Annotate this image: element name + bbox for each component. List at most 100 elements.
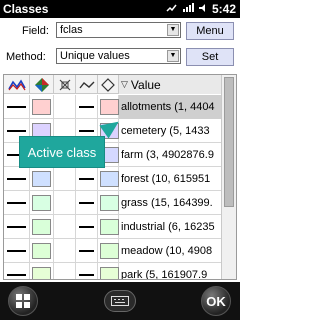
- line-style-cell[interactable]: [4, 263, 30, 279]
- class-value: cemetery (5, 1433: [121, 125, 210, 137]
- method-label: Method:: [6, 51, 46, 63]
- method-select-value: Unique values: [60, 50, 130, 62]
- class-value: grass (15, 164399.: [121, 197, 213, 209]
- marker-cell[interactable]: [54, 191, 76, 215]
- color-swatch: [100, 219, 119, 235]
- area-color-cell[interactable]: [98, 263, 119, 279]
- area-color-cell[interactable]: [98, 239, 119, 263]
- active-class-tooltip: Active class: [19, 136, 105, 168]
- scrollbar-thumb[interactable]: [224, 77, 234, 207]
- marker-cell[interactable]: [54, 95, 76, 119]
- table-row[interactable]: forest (10, 615951: [4, 167, 221, 191]
- area-color-cell[interactable]: [98, 95, 119, 119]
- fill-color-cell[interactable]: [30, 263, 54, 279]
- class-value: park (5, 161907.9: [121, 269, 208, 280]
- windows-start-button[interactable]: [8, 286, 38, 316]
- line-cell[interactable]: [76, 239, 98, 263]
- field-select-value: fclas: [60, 24, 83, 36]
- bottom-bar: OK: [0, 282, 240, 320]
- field-label: Field:: [22, 25, 49, 37]
- color-swatch: [32, 171, 51, 187]
- line-sample: [79, 106, 94, 108]
- line-cell[interactable]: [76, 191, 98, 215]
- line-column-icon[interactable]: [76, 75, 98, 94]
- line-sample: [79, 130, 94, 132]
- color-swatch: [32, 219, 51, 235]
- line-cell[interactable]: [76, 167, 98, 191]
- color-swatch: [100, 99, 119, 115]
- line-sample: [7, 226, 26, 228]
- line-sample: [7, 250, 26, 252]
- fill-color-cell[interactable]: [30, 167, 54, 191]
- marker-cell[interactable]: [54, 167, 76, 191]
- set-button[interactable]: Set: [186, 48, 234, 66]
- table-header: ▽ Value: [4, 75, 236, 94]
- field-select[interactable]: fclas ▼: [56, 22, 181, 38]
- chevron-down-icon[interactable]: ▼: [167, 24, 179, 36]
- table-row[interactable]: meadow (10, 4908: [4, 239, 221, 263]
- area-color-cell[interactable]: [98, 167, 119, 191]
- line-sample: [79, 226, 94, 228]
- area-color-cell[interactable]: [98, 191, 119, 215]
- windows-logo-icon: [16, 294, 30, 308]
- sort-down-icon: ▽: [121, 79, 128, 89]
- color-swatch: [32, 243, 51, 259]
- marker-cell[interactable]: [54, 263, 76, 279]
- connectivity-icon: [166, 3, 178, 16]
- class-value: meadow (10, 4908: [121, 245, 213, 257]
- line-sample: [79, 274, 94, 276]
- line-sample: [79, 178, 94, 180]
- keyboard-button[interactable]: [104, 290, 136, 312]
- signal-icon: [182, 2, 194, 16]
- class-value: allotments (1, 4404: [119, 95, 221, 119]
- color-swatch: [100, 195, 119, 211]
- marker-cell[interactable]: [54, 239, 76, 263]
- fill-color-cell[interactable]: [30, 95, 54, 119]
- line-sample: [7, 178, 26, 180]
- line-sample: [7, 274, 26, 276]
- chevron-down-icon[interactable]: ▼: [167, 50, 179, 62]
- line-sample: [7, 106, 26, 108]
- method-select[interactable]: Unique values ▼: [56, 48, 181, 64]
- line-style-cell[interactable]: [4, 167, 30, 191]
- title-bar: Classes 5:42: [0, 0, 240, 18]
- table-row[interactable]: industrial (6, 16235: [4, 215, 221, 239]
- table-row[interactable]: grass (15, 164399.: [4, 191, 221, 215]
- table-row[interactable]: park (5, 161907.9: [4, 263, 221, 280]
- status-area: 5:42: [166, 2, 240, 16]
- area-column-icon[interactable]: [98, 75, 119, 94]
- fill-color-cell[interactable]: [30, 191, 54, 215]
- volume-icon: [198, 3, 208, 16]
- line-style-column-icon[interactable]: [4, 75, 30, 94]
- vertical-scrollbar[interactable]: [221, 75, 236, 279]
- value-header-label: Value: [130, 77, 161, 92]
- marker-cell[interactable]: [54, 215, 76, 239]
- color-swatch: [32, 267, 51, 279]
- fill-color-column-icon[interactable]: [30, 75, 54, 94]
- fill-color-cell[interactable]: [30, 215, 54, 239]
- class-value: industrial (6, 16235: [121, 221, 215, 233]
- area-color-cell[interactable]: [98, 215, 119, 239]
- line-style-cell[interactable]: [4, 215, 30, 239]
- classes-table: ▽ Value allotments (1, 4404 cemetery (5, …: [3, 74, 237, 280]
- window-title: Classes: [3, 2, 49, 16]
- line-cell[interactable]: [76, 215, 98, 239]
- color-swatch: [100, 171, 119, 187]
- color-swatch: [100, 243, 119, 259]
- line-sample: [79, 202, 94, 204]
- line-style-cell[interactable]: [4, 95, 30, 119]
- color-swatch: [32, 195, 51, 211]
- line-sample: [7, 130, 26, 132]
- fill-color-cell[interactable]: [30, 239, 54, 263]
- line-sample: [79, 250, 94, 252]
- color-swatch: [100, 267, 119, 279]
- line-cell[interactable]: [76, 263, 98, 279]
- line-cell[interactable]: [76, 95, 98, 119]
- clock: 5:42: [211, 2, 236, 16]
- line-style-cell[interactable]: [4, 239, 30, 263]
- line-style-cell[interactable]: [4, 191, 30, 215]
- marker-column-icon[interactable]: [54, 75, 76, 94]
- menu-button[interactable]: Menu: [186, 22, 234, 40]
- ok-button[interactable]: OK: [201, 286, 231, 316]
- value-column-header[interactable]: ▽ Value: [119, 75, 221, 94]
